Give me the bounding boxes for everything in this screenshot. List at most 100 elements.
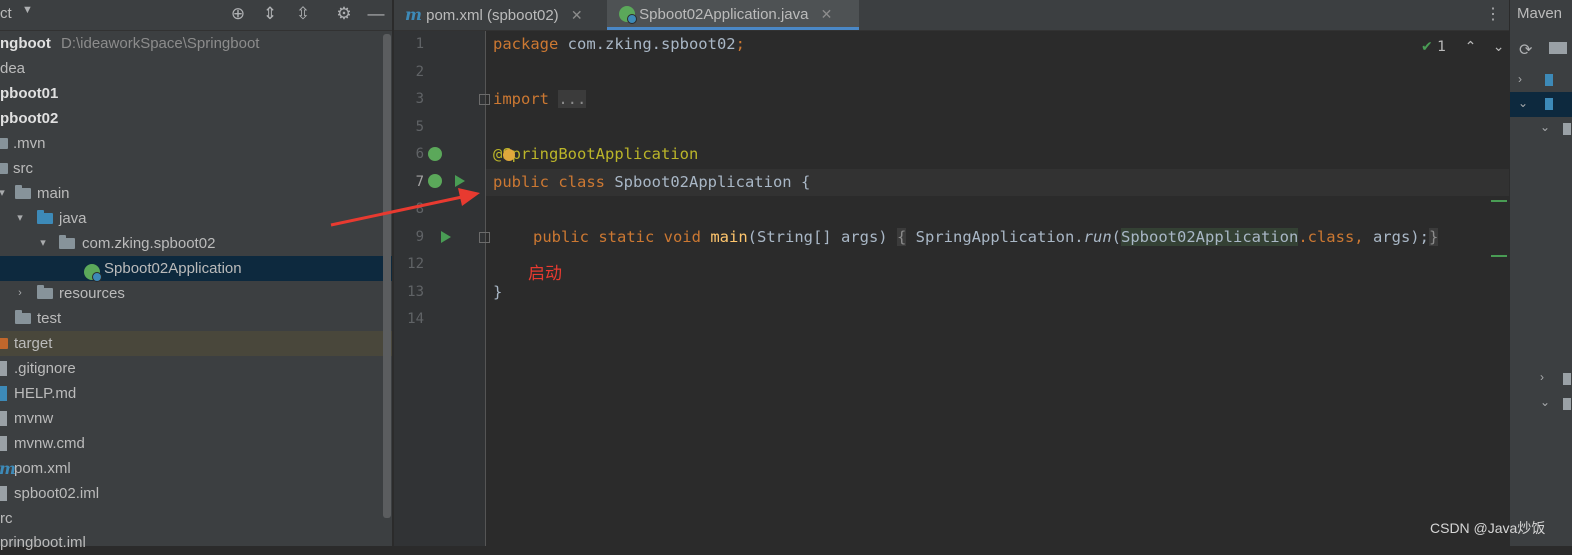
spring-boot-icon (619, 6, 637, 24)
tree-item-mvnw[interactable]: mvnw (0, 406, 393, 431)
code-line-13[interactable]: } (493, 283, 502, 301)
close-icon[interactable]: ✕ (821, 6, 833, 22)
chevron-down-icon[interactable]: ▾ (14, 206, 26, 231)
chevron-down-icon[interactable]: ▾ (37, 231, 49, 256)
tree-item-java[interactable]: ▾ java (0, 206, 393, 231)
more-options-icon[interactable]: ⋮ (1485, 4, 1501, 24)
gear-icon[interactable]: ⚙ (334, 4, 354, 24)
close-icon[interactable]: ✕ (571, 7, 583, 23)
tree-item-spboot01[interactable]: pboot01 (0, 81, 393, 106)
line-number: 7 (415, 174, 424, 190)
chevron-up-icon[interactable]: ⌃ (1465, 39, 1477, 55)
spring-bean-icon[interactable] (428, 174, 442, 188)
tree-item-resources[interactable]: › resources (0, 281, 393, 306)
project-scrollbar[interactable] (383, 34, 391, 518)
plugins-icon (1563, 373, 1571, 385)
file-icon (0, 411, 7, 426)
add-project-icon[interactable] (1549, 42, 1567, 54)
locate-icon[interactable]: ⊕ (228, 4, 248, 24)
expand-all-icon[interactable]: ⇕ (260, 4, 280, 24)
line-number: 1 (415, 36, 424, 52)
dependencies-icon (1563, 398, 1571, 410)
chevron-down-icon[interactable]: ⌄ (1493, 39, 1505, 55)
line-number: 3 (415, 91, 424, 107)
tree-item-pom-xml[interactable]: m pom.xml (0, 456, 393, 481)
line-number: 8 (415, 201, 424, 217)
code-line-6[interactable]: @SpringBootApplication (493, 145, 698, 163)
chevron-right-icon[interactable]: › (14, 281, 26, 306)
tree-item-gitignore[interactable]: .gitignore (0, 356, 393, 381)
markdown-file-icon (0, 386, 7, 401)
line-number: 5 (415, 119, 424, 135)
folded-imports[interactable]: ... (558, 90, 587, 108)
tab-pom-xml[interactable]: m pom.xml (spboot02) ✕ (405, 0, 604, 30)
ignore-file-icon (0, 361, 7, 376)
line-number: 12 (407, 256, 424, 272)
folder-icon (15, 310, 31, 324)
maven-project-icon (1545, 98, 1553, 110)
tree-item-spboot02-iml[interactable]: spboot02.iml (0, 481, 393, 506)
chevron-down-icon[interactable]: ▾ (0, 181, 8, 206)
tree-item-src-root[interactable]: rc (0, 506, 393, 531)
chevron-down-icon[interactable]: ⌄ (1540, 120, 1550, 134)
tree-item-test[interactable]: test (0, 306, 393, 331)
annotation-note: 启动 (528, 264, 562, 283)
check-icon: ✔ (1421, 39, 1433, 55)
tree-item-root[interactable]: ngboot D:\ideaworkSpace\Springboot (0, 31, 393, 56)
resources-folder-icon (37, 285, 53, 299)
tree-item-mvnw-cmd[interactable]: mvnw.cmd (0, 431, 393, 456)
inspection-widget[interactable]: ✔ 1 ⌃ ⌄ (1421, 39, 1504, 55)
watermark: CSDN @Java炒饭 (1430, 520, 1546, 536)
maven-icon: m (405, 5, 422, 24)
tree-item-target[interactable]: target (0, 331, 393, 356)
code-line-3[interactable]: import ... (493, 90, 587, 108)
fold-icon[interactable] (479, 232, 490, 243)
gutter-divider (485, 31, 486, 546)
module-file-icon (0, 486, 7, 501)
chevron-down-icon[interactable]: ⌄ (1540, 395, 1550, 409)
tree-item-main[interactable]: ▾ main (0, 181, 393, 206)
tree-item-mvn[interactable]: .mvn (0, 131, 393, 156)
chevron-right-icon[interactable]: › (1518, 72, 1522, 86)
hide-panel-icon[interactable]: — (366, 4, 386, 24)
run-icon[interactable] (455, 175, 465, 187)
source-folder-icon (37, 210, 53, 224)
tree-item-package[interactable]: ▾ com.zking.spboot02 (0, 231, 393, 256)
file-icon (0, 436, 7, 451)
line-number: 9 (415, 229, 424, 245)
tab-spboot02application[interactable]: Spboot02Application.java ✕ (607, 0, 859, 30)
tree-item-springboot-iml[interactable]: pringboot.iml (0, 530, 393, 555)
refresh-icon[interactable]: ⟳ (1519, 40, 1532, 60)
line-number: 13 (407, 284, 424, 300)
folder-icon (0, 163, 8, 174)
package-icon (59, 235, 75, 249)
line-number: 6 (415, 146, 424, 162)
chevron-down-icon[interactable]: ⌄ (1518, 96, 1528, 110)
tree-item-src[interactable]: src (0, 156, 393, 181)
code-line-7[interactable]: public class Spboot02Application { (493, 173, 810, 191)
excluded-folder-icon (0, 338, 8, 349)
fold-icon[interactable] (479, 94, 490, 105)
maven-title[interactable]: Maven (1517, 5, 1562, 22)
spring-bean-icon[interactable] (428, 147, 442, 161)
change-marker[interactable] (1491, 200, 1507, 202)
folder-icon (0, 138, 8, 149)
code-line-9[interactable]: public static void main(String[] args) {… (533, 228, 1439, 246)
maven-project-icon (1545, 74, 1553, 86)
chevron-right-icon[interactable]: › (1540, 370, 1544, 384)
lifecycle-icon (1563, 123, 1571, 135)
tree-item-idea[interactable]: dea (0, 56, 393, 81)
collapse-all-icon[interactable]: ⇳ (293, 4, 313, 24)
code-line-1[interactable]: package com.zking.spboot02; (493, 35, 745, 53)
project-panel-header: ct ▼ ⊕ ⇕ ⇳ ⚙ — (0, 0, 393, 31)
folder-icon (15, 185, 31, 199)
tree-item-help-md[interactable]: HELP.md (0, 381, 393, 406)
change-marker[interactable] (1491, 255, 1507, 257)
run-icon[interactable] (441, 231, 451, 243)
view-dropdown-icon[interactable]: ▼ (22, 4, 33, 16)
tree-item-spboot02application[interactable]: Spboot02Application (0, 256, 393, 282)
tree-item-spboot02[interactable]: pboot02 (0, 106, 393, 131)
project-view-title[interactable]: ct (0, 5, 12, 22)
editor-tab-bar: m pom.xml (spboot02) ✕ Spboot02Applicati… (394, 0, 1509, 31)
lightbulb-icon[interactable] (503, 149, 515, 161)
